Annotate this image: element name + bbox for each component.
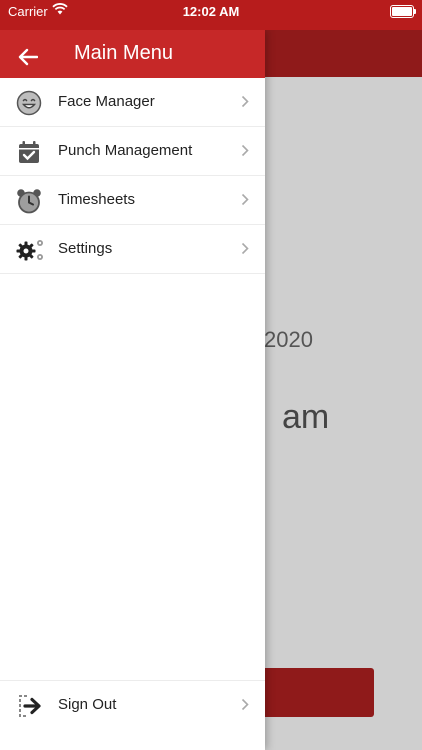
background-punch-button bbox=[255, 668, 374, 717]
chevron-right-icon bbox=[241, 242, 249, 255]
background-date-fragment: 2020 bbox=[264, 327, 313, 352]
alarm-clock-icon bbox=[17, 189, 41, 214]
sign-out-item[interactable]: Sign Out bbox=[0, 680, 265, 731]
drawer-menu: Face Manager Punch Management Timesheets… bbox=[0, 78, 265, 274]
menu-item-face-manager[interactable]: Face Manager bbox=[0, 78, 265, 127]
menu-item-label: Settings bbox=[58, 240, 113, 257]
sign-out-icon bbox=[19, 695, 41, 717]
menu-item-label: Face Manager bbox=[58, 93, 155, 110]
status-time: 12:02 AM bbox=[182, 4, 240, 19]
drawer-title: Main Menu bbox=[74, 42, 173, 64]
back-arrow-icon[interactable] bbox=[18, 48, 38, 66]
smiley-face-icon bbox=[16, 90, 42, 116]
background-time-fragment: am bbox=[282, 398, 330, 436]
menu-item-punch-management[interactable]: Punch Management bbox=[0, 127, 265, 176]
status-bar: Carrier 12:02 AM bbox=[0, 0, 422, 30]
chevron-right-icon bbox=[241, 144, 249, 157]
chevron-right-icon bbox=[241, 95, 249, 108]
menu-item-timesheets[interactable]: Timesheets bbox=[0, 176, 265, 225]
menu-item-label: Punch Management bbox=[58, 142, 193, 159]
drawer-header: Main Menu bbox=[0, 30, 265, 78]
sign-out-label: Sign Out bbox=[58, 696, 117, 713]
calendar-check-icon bbox=[19, 141, 39, 163]
chevron-right-icon bbox=[241, 193, 249, 206]
menu-item-label: Timesheets bbox=[58, 191, 135, 208]
gears-icon bbox=[16, 240, 43, 261]
chevron-right-icon bbox=[241, 698, 249, 711]
battery-icon bbox=[390, 5, 416, 18]
navigation-drawer: Main Menu Face Manager Punch Management … bbox=[0, 30, 265, 750]
menu-item-settings[interactable]: Settings bbox=[0, 225, 265, 274]
